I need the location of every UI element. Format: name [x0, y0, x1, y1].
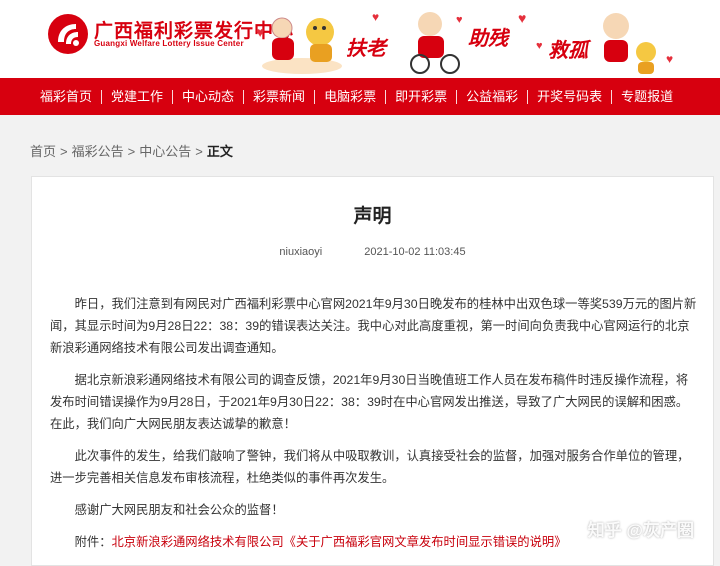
attachment-link[interactable]: 北京新浪彩通网络技术有限公司《关于广西福彩官网文章发布时间显示错误的说明》	[112, 535, 567, 549]
nav-item-lottery-news[interactable]: 彩票新闻	[244, 78, 314, 115]
article-paragraph: 昨日，我们注意到有网民对广西福利彩票中心官网2021年9月30日晚发布的桂林中出…	[50, 297, 697, 355]
heart-icon: ♥	[666, 52, 674, 66]
slogan-support-elderly: 扶老	[346, 38, 386, 60]
slogan-help-disabled: 助残	[468, 28, 508, 50]
attachment-label: 附件：	[74, 535, 112, 549]
article-meta: niuxiaoyi 2021-10-02 11:03:45	[32, 246, 713, 258]
article-paragraph: 此次事件的发生，给我们敲响了警钟，我们将从中吸取教训，认真接受社会的监督，加强对…	[50, 449, 690, 485]
breadcrumb-separator: >	[60, 144, 68, 159]
heart-icon: ♥	[536, 40, 543, 52]
zhihu-watermark: 知乎 @灰产圈	[587, 521, 694, 540]
breadcrumb-home[interactable]: 首页	[30, 144, 56, 159]
nav-item-party-building[interactable]: 党建工作	[102, 78, 172, 115]
heart-icon: ♥	[518, 10, 527, 26]
nav-item-special-reports[interactable]: 专题报道	[612, 78, 682, 115]
brand-name-en: Guangxi Welfare Lottery Issue Center	[94, 39, 244, 48]
main-nav: 福彩首页 党建工作 中心动态 彩票新闻 电脑彩票 即开彩票 公益福彩 开奖号码表…	[0, 78, 720, 115]
article-title: 声明	[353, 206, 392, 227]
orphan-care-illustration-icon	[603, 13, 656, 74]
heart-icon: ♥	[256, 24, 265, 40]
slogan-save-orphans: 救孤	[548, 40, 588, 62]
welfare-lottery-logo-icon[interactable]	[46, 12, 90, 56]
nav-item-home[interactable]: 福彩首页	[0, 78, 101, 115]
header-banner: 广西福利彩票发行中心 Guangxi Welfare Lottery Issue…	[0, 0, 720, 78]
nav-item-computer-lottery[interactable]: 电脑彩票	[315, 78, 385, 115]
heart-icon: ♥	[456, 14, 463, 26]
breadcrumb-center-announcements[interactable]: 中心公告	[139, 144, 191, 159]
heart-icon: ♥	[372, 10, 380, 24]
article-author: niuxiaoyi	[279, 246, 323, 258]
article-paragraph: 据北京新浪彩通网络技术有限公司的调查反馈，2021年9月30日当晚值班工作人员在…	[50, 373, 689, 431]
breadcrumb-separator: >	[127, 144, 136, 159]
nav-item-instant-lottery[interactable]: 即开彩票	[386, 78, 456, 115]
nav-item-draw-results[interactable]: 开奖号码表	[528, 78, 611, 115]
article-card: 声明 niuxiaoyi 2021-10-02 11:03:45 昨日，我们注意到…	[31, 176, 714, 566]
article-datetime: 2021-10-02 11:03:45	[364, 246, 466, 258]
breadcrumb-current: 正文	[206, 144, 233, 159]
nav-item-center-news[interactable]: 中心动态	[173, 78, 243, 115]
breadcrumb-separator: >	[195, 144, 203, 159]
breadcrumb: 首页 > 福彩公告 > 中心公告 > 正文	[30, 141, 233, 160]
breadcrumb-announcements[interactable]: 福彩公告	[72, 144, 124, 159]
nav-item-public-welfare[interactable]: 公益福彩	[457, 78, 527, 115]
